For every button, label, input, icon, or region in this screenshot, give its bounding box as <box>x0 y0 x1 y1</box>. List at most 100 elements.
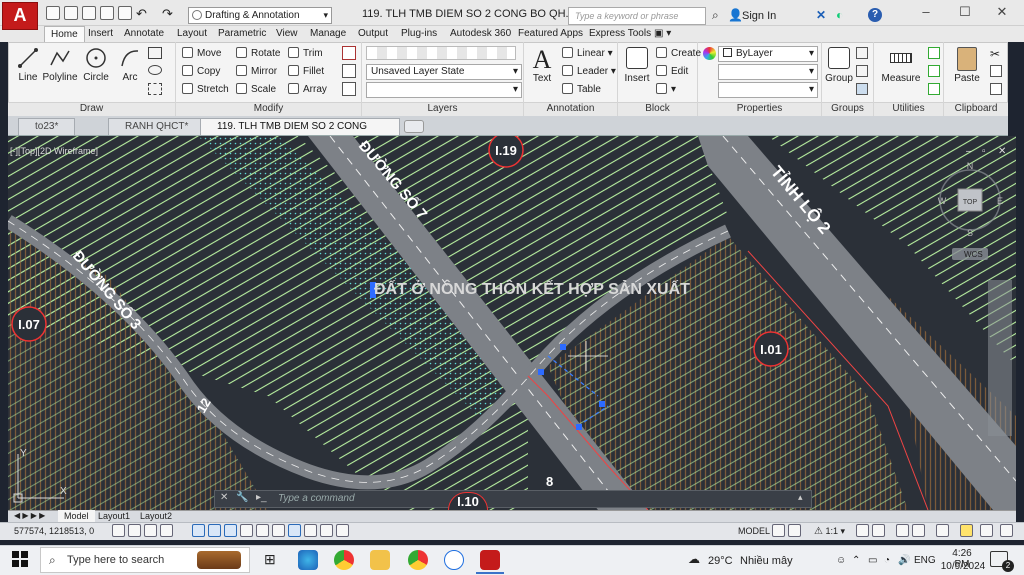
redo-icon[interactable]: ↷ <box>162 6 173 22</box>
dynamic-input-icon[interactable] <box>272 524 285 537</box>
sign-in-link[interactable]: Sign In <box>742 10 776 22</box>
save-as-icon[interactable] <box>100 6 114 20</box>
tab-home[interactable]: Home <box>44 26 85 42</box>
tab-manage[interactable]: Manage <box>304 26 352 42</box>
ribbon-toggle-icon[interactable]: ▣ ▾ <box>654 28 671 39</box>
polar-tracking-icon[interactable] <box>192 524 205 537</box>
infer-constraints-icon[interactable] <box>112 524 125 537</box>
3d-osnap-icon[interactable] <box>224 524 237 537</box>
transparency-icon[interactable] <box>304 524 317 537</box>
tab-output[interactable]: Output <box>352 26 394 42</box>
ungroup-icon[interactable] <box>856 47 868 59</box>
grid-display-icon[interactable] <box>144 524 157 537</box>
exchange-icon[interactable]: ✕ <box>816 8 826 22</box>
select-all-icon[interactable] <box>928 65 940 77</box>
command-input[interactable]: Type a command <box>278 493 355 504</box>
drawing-canvas[interactable]: I.19 I.07 I.01 ĐƯỜNG SỐ 7 ĐƯỜNG SỐ 3 TỈN… <box>8 136 1016 510</box>
close-button[interactable]: ✕ <box>992 4 1012 20</box>
attribute-button[interactable]: ▾ <box>656 82 676 98</box>
clipboard-panel-title[interactable]: Clipboard <box>944 103 1008 114</box>
color-dropdown[interactable]: ByLayer ▾ <box>718 46 818 62</box>
help-icon[interactable]: ? <box>868 8 882 22</box>
ortho-mode-icon[interactable] <box>160 524 173 537</box>
coordinate-readout[interactable]: 577574, 1218513, 0 <box>14 526 94 536</box>
properties-panel-title[interactable]: Properties <box>698 103 821 114</box>
file-tab-to23[interactable]: to23* <box>18 118 76 135</box>
zalo-icon[interactable] <box>444 550 464 570</box>
arc-button[interactable]: Arc <box>110 47 150 83</box>
volume-icon[interactable]: 🔊 <box>898 555 910 566</box>
insert-block-button[interactable]: Insert <box>620 47 654 84</box>
tab-insert[interactable]: Insert <box>82 26 119 42</box>
weather-temp[interactable]: 29°C <box>708 555 733 567</box>
command-close-icon[interactable]: ✕ <box>220 492 228 503</box>
hatch-icon[interactable] <box>148 83 162 95</box>
modify-panel-title[interactable]: Modify <box>176 103 361 114</box>
viewport-label[interactable]: [-][Top][2D Wireframe] <box>10 146 98 156</box>
array-button[interactable]: Array <box>288 82 327 98</box>
network-icon[interactable]: ▭ <box>868 555 877 566</box>
ellipse-icon[interactable] <box>148 65 162 75</box>
tab-annotate[interactable]: Annotate <box>118 26 170 42</box>
viewcube-top-label[interactable]: TOP <box>963 199 978 206</box>
workspace-dropdown[interactable]: Drafting & Annotation ▾ <box>188 7 332 24</box>
layer-tool-icons[interactable] <box>366 46 516 60</box>
layers-panel-title[interactable]: Layers <box>362 103 523 114</box>
annotation-panel-title[interactable]: Annotation <box>524 103 617 114</box>
leader-button[interactable]: Leader ▾ <box>562 64 616 80</box>
model-space-toggle[interactable]: MODEL <box>738 526 770 536</box>
viewport-minimize-icon[interactable]: – <box>966 146 972 157</box>
isolate-objects-icon[interactable] <box>936 524 949 537</box>
customization-icon[interactable] <box>1000 524 1013 537</box>
annotation-scale[interactable]: ⚠ 1:1 ▾ <box>814 526 845 537</box>
quick-view-layouts-icon[interactable] <box>772 524 785 537</box>
weather-icon[interactable]: ☁ <box>688 552 700 566</box>
lineweight-icon[interactable] <box>288 524 301 537</box>
wifi-icon[interactable]: ◔ <box>884 555 890 566</box>
navigation-bar[interactable] <box>988 280 1012 436</box>
file-tab-ranh-qhct[interactable]: RANH QHCT* <box>108 118 206 135</box>
layout-nav-arrows[interactable]: ◀ ▶ ▶ ▶ <box>14 510 45 522</box>
windows-start-icon[interactable] <box>12 551 28 567</box>
auto-scale-icon[interactable] <box>872 524 885 537</box>
groups-panel-title[interactable]: Groups <box>822 103 873 114</box>
copy-button[interactable]: Copy <box>182 64 220 80</box>
chrome-profile-icon[interactable] <box>408 550 428 570</box>
application-menu-button[interactable]: A <box>2 2 38 30</box>
tab-plugins[interactable]: Plug-ins <box>395 26 443 42</box>
snap-mode-icon[interactable] <box>128 524 141 537</box>
quick-calc-icon[interactable] <box>928 47 940 59</box>
create-block-button[interactable]: Create <box>656 46 701 62</box>
move-button[interactable]: Move <box>182 46 221 62</box>
group-button[interactable]: Group <box>822 47 856 84</box>
wcs-label[interactable]: WCS <box>964 250 983 259</box>
taskbar-search-input[interactable]: ⌕ Type here to search <box>40 547 250 573</box>
object-snap-tracking-icon[interactable] <box>240 524 253 537</box>
command-history-icon[interactable]: ▴ <box>798 492 803 503</box>
group-edit-icon[interactable] <box>856 65 868 77</box>
dynamic-ucs-icon[interactable] <box>256 524 269 537</box>
tab-express-tools[interactable]: Express Tools <box>583 26 657 42</box>
minimize-button[interactable]: – <box>916 4 936 19</box>
layout-tab-layout2[interactable]: Layout2 <box>134 510 178 522</box>
toolbar-lock-icon[interactable] <box>912 524 925 537</box>
trim-button[interactable]: Trim <box>288 46 323 62</box>
table-button[interactable]: Table <box>562 82 601 98</box>
open-file-icon[interactable] <box>64 6 78 20</box>
edge-icon[interactable] <box>298 550 318 570</box>
binoculars-icon[interactable]: ⌕ <box>712 8 719 23</box>
utilities-panel-title[interactable]: Utilities <box>874 103 943 114</box>
draw-panel-title[interactable]: Draw <box>8 103 175 114</box>
tab-autodesk360[interactable]: Autodesk 360 <box>444 26 517 42</box>
scale-button[interactable]: Scale <box>236 82 276 98</box>
layout-tab-model[interactable]: Model <box>58 510 95 522</box>
erase-icon[interactable] <box>342 46 356 60</box>
explode-icon[interactable] <box>342 64 356 78</box>
rectangle-icon[interactable] <box>148 47 162 59</box>
autocad-taskbar-icon[interactable] <box>480 550 500 570</box>
plot-icon[interactable] <box>118 6 132 20</box>
new-tab-button[interactable] <box>404 120 424 133</box>
viewport-restore-icon[interactable]: ▫ <box>982 146 986 157</box>
layout-tab-layout1[interactable]: Layout1 <box>92 510 136 522</box>
object-snap-icon[interactable] <box>208 524 221 537</box>
